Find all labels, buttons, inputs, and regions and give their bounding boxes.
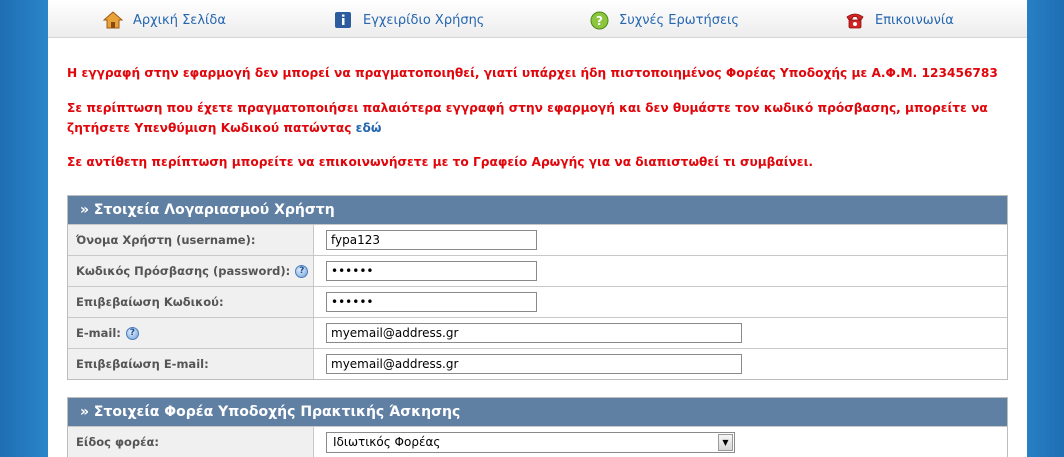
question-icon: ? (589, 10, 609, 30)
email-confirm-label: Επιβεβαίωση E-mail: (68, 349, 314, 379)
chevron-down-icon[interactable]: ▼ (718, 433, 733, 451)
home-icon (103, 10, 123, 30)
provider-type-label: Είδος φορέα: (68, 427, 314, 457)
password-label: Κωδικός Πρόσβασης (password): ? (68, 256, 314, 286)
password-confirm-label: Επιβεβαίωση Κωδικού: (68, 287, 314, 317)
provider-type-value: Ιδιωτικός Φορέας (333, 435, 441, 449)
phone-icon (845, 10, 865, 30)
username-label-text: Όνομα Χρήστη (username): (76, 233, 256, 247)
provider-type-select[interactable]: Ιδιωτικός Φορέας ▼ (326, 431, 735, 453)
nav-contact-label: Επικοινωνία (875, 12, 954, 28)
provider-section: » Στοιχεία Φορέα Υποδοχής Πρακτικής Άσκη… (67, 397, 1008, 457)
account-section: » Στοιχεία Λογαριασμού Χρήστη Όνομα Χρήσ… (67, 195, 1008, 380)
svg-text:?: ? (596, 14, 603, 28)
password-confirm-input[interactable] (326, 292, 537, 312)
help-icon[interactable]: ? (295, 264, 309, 278)
email-confirm-label-text: Επιβεβαίωση E-mail: (76, 357, 209, 371)
provider-section-title: » Στοιχεία Φορέα Υποδοχής Πρακτικής Άσκη… (68, 398, 1007, 426)
help-icon[interactable]: ? (125, 326, 139, 340)
nav-home[interactable]: Αρχική Σελίδα (103, 10, 226, 30)
username-row: Όνομα Χρήστη (username): (68, 224, 1007, 255)
info-icon (333, 10, 353, 30)
reminder-link[interactable]: εδώ (356, 121, 382, 135)
error-message-registered: Η εγγραφή στην εφαρμογή δεν μπορεί να πρ… (67, 66, 998, 80)
account-section-title: » Στοιχεία Λογαριασμού Χρήστη (68, 196, 1007, 224)
error-message-reminder: Σε περίπτωση που έχετε πραγματοποιήσει π… (67, 98, 1017, 138)
username-label: Όνομα Χρήστη (username): (68, 225, 314, 255)
nav-manual[interactable]: Εγχειρίδιο Χρήσης (333, 10, 484, 30)
page-container: Αρχική Σελίδα Εγχειρίδιο Χρήσης ? Συχνές… (48, 0, 1027, 457)
password-confirm-label-text: Επιβεβαίωση Κωδικού: (76, 295, 224, 309)
password-row: Κωδικός Πρόσβασης (password): ? (68, 255, 1007, 286)
password-input[interactable] (326, 261, 537, 281)
username-input[interactable] (326, 230, 537, 250)
nav-faq[interactable]: ? Συχνές Ερωτήσεις (589, 10, 739, 30)
reminder-text: Σε περίπτωση που έχετε πραγματοποιήσει π… (67, 101, 988, 135)
email-label-text: E-mail: (76, 326, 121, 340)
password-confirm-row: Επιβεβαίωση Κωδικού: (68, 286, 1007, 317)
email-confirm-input[interactable] (326, 354, 742, 374)
email-input[interactable] (326, 323, 742, 343)
provider-type-label-text: Είδος φορέα: (76, 435, 159, 449)
nav-home-label: Αρχική Σελίδα (133, 12, 226, 28)
top-navigation: Αρχική Σελίδα Εγχειρίδιο Χρήσης ? Συχνές… (48, 0, 1027, 38)
error-message-contact: Σε αντίθετη περίπτωση μπορείτε να επικοι… (67, 155, 813, 169)
email-row: E-mail: ? (68, 317, 1007, 348)
nav-faq-label: Συχνές Ερωτήσεις (619, 12, 740, 28)
nav-manual-label: Εγχειρίδιο Χρήσης (363, 12, 485, 28)
nav-contact[interactable]: Επικοινωνία (845, 10, 954, 30)
email-label: E-mail: ? (68, 318, 314, 348)
password-label-text: Κωδικός Πρόσβασης (password): (76, 264, 291, 278)
email-confirm-row: Επιβεβαίωση E-mail: (68, 348, 1007, 379)
provider-type-row: Είδος φορέα: Ιδιωτικός Φορέας ▼ (68, 426, 1007, 457)
